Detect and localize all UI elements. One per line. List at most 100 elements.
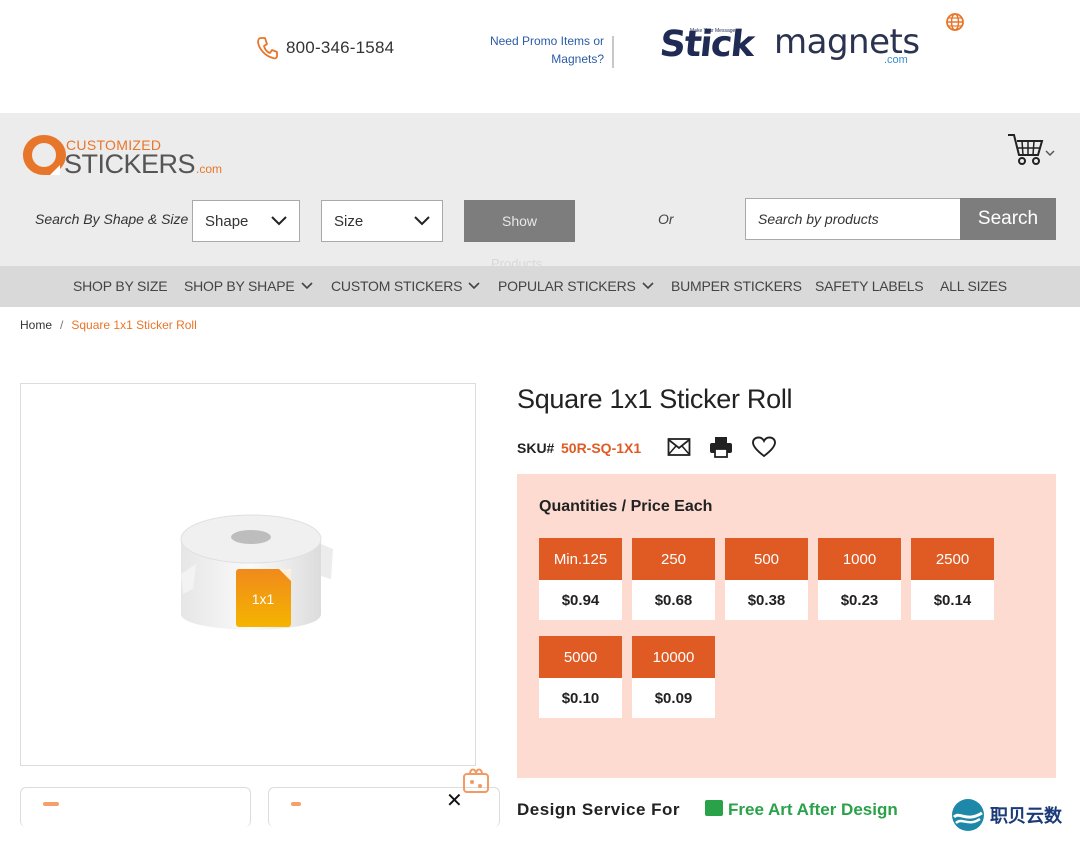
shape-size-search-label: Search By Shape & Size xyxy=(35,211,189,227)
nav-custom-stickers[interactable]: CUSTOM STICKERS xyxy=(331,278,480,294)
size-select-value: Size xyxy=(334,212,364,230)
breadcrumb-home[interactable]: Home xyxy=(20,318,52,332)
nav-shop-by-shape[interactable]: SHOP BY SHAPE xyxy=(184,278,313,294)
thumbnail-1[interactable] xyxy=(20,787,251,827)
main-nav: SHOP BY SIZE SHOP BY SHAPE CUSTOM STICKE… xyxy=(0,266,1080,307)
nav-item-label: SAFETY LABELS xyxy=(815,278,924,294)
shape-select[interactable]: Shape xyxy=(192,200,300,242)
phone-icon xyxy=(257,37,278,60)
email-button[interactable] xyxy=(667,436,691,463)
gift-box-icon xyxy=(463,768,489,793)
nav-shop-by-size[interactable]: SHOP BY SIZE xyxy=(73,278,168,294)
price-heading: Quantities / Price Each xyxy=(539,498,713,515)
search-button[interactable]: Search xyxy=(960,198,1056,240)
price-panel: Quantities / Price Each Min.125 $0.94 25… xyxy=(517,474,1056,778)
tier-price: $0.94 xyxy=(561,591,600,609)
chevron-down-icon xyxy=(271,216,287,226)
size-select[interactable]: Size xyxy=(321,200,443,242)
thumbnail-icon xyxy=(43,802,59,806)
promo-line2: Magnets? xyxy=(551,52,604,66)
print-button[interactable] xyxy=(709,436,733,463)
design-service-heading: Design Service For xyxy=(517,800,681,819)
breadcrumb: Home / Square 1x1 Sticker Roll xyxy=(20,318,197,332)
nav-item-label: ALL SIZES xyxy=(940,278,1007,294)
logo-stickers-text: STICKERS xyxy=(64,149,196,179)
nav-item-label: POPULAR STICKERS xyxy=(498,278,636,294)
floating-widget[interactable] xyxy=(460,764,492,801)
shape-select-value: Shape xyxy=(205,212,249,230)
promo-link[interactable]: Need Promo Items or Magnets? xyxy=(470,32,604,68)
cart-button[interactable] xyxy=(1006,131,1058,172)
product-title: Square 1x1 Sticker Roll xyxy=(517,384,793,414)
nav-all-sizes[interactable]: ALL SIZES xyxy=(940,278,1007,294)
tier-quantity: 500 xyxy=(725,538,808,580)
tier-quantity: 5000 xyxy=(539,636,622,678)
site-logo[interactable] xyxy=(20,133,68,182)
tier-price: $0.10 xyxy=(561,689,600,707)
free-art-label: Free Art After Design xyxy=(728,800,898,819)
nav-item-label: CUSTOM STICKERS xyxy=(331,278,463,294)
product-image-panel[interactable]: 1x1 xyxy=(20,383,476,766)
thumbnail-icon xyxy=(291,802,301,806)
nav-item-label: BUMPER STICKERS xyxy=(671,278,802,294)
price-tier[interactable]: 5000 $0.10 xyxy=(539,636,622,718)
roll-label-text: 1x1 xyxy=(252,591,275,607)
watermark: 职贝云数 xyxy=(950,797,1062,833)
phone-link[interactable]: 800-346-1584 xyxy=(256,36,394,60)
wishlist-button[interactable] xyxy=(752,436,776,463)
tier-price: $0.38 xyxy=(747,591,786,609)
product-search-input[interactable]: Search by products xyxy=(745,198,961,240)
breadcrumb-separator: / xyxy=(60,318,64,332)
language-selector[interactable] xyxy=(945,12,965,37)
tier-quantity: 2500 xyxy=(911,538,994,580)
price-tier[interactable]: 10000 $0.09 xyxy=(632,636,715,718)
site-header: CUSTOMIZED STICKERS .com Search By Shape… xyxy=(0,113,1080,271)
cart-icon xyxy=(1008,134,1055,165)
sku-label: SKU# xyxy=(517,440,555,456)
tier-quantity: 250 xyxy=(632,538,715,580)
free-art-badge-icon xyxy=(705,800,723,816)
tier-quantity: 1000 xyxy=(818,538,901,580)
chevron-down-icon xyxy=(468,282,480,290)
promo-line1: Need Promo Items or xyxy=(489,34,604,48)
promo-divider xyxy=(612,36,614,68)
chevron-down-icon xyxy=(414,216,430,226)
chevron-down-icon xyxy=(300,282,313,290)
tier-quantity: Min.125 xyxy=(539,538,622,580)
nav-item-label: SHOP BY SHAPE xyxy=(184,278,295,294)
tier-quantity: 10000 xyxy=(632,636,715,678)
watermark-logo-icon xyxy=(952,799,984,831)
sticker-roll-image: 1x1 xyxy=(180,514,333,630)
price-tier[interactable]: 1000 $0.23 xyxy=(818,538,901,620)
sticker-logo-icon xyxy=(23,135,66,175)
breadcrumb-current: Square 1x1 Sticker Roll xyxy=(71,318,197,332)
show-products-label: Show xyxy=(501,213,538,229)
phone-number: 800-346-1584 xyxy=(286,38,395,57)
price-tier[interactable]: 250 $0.68 xyxy=(632,538,715,620)
nav-safety-labels[interactable]: SAFETY LABELS xyxy=(815,278,924,294)
heart-icon xyxy=(752,436,776,458)
envelope-icon xyxy=(667,438,691,456)
watermark-text: 职贝云数 xyxy=(990,806,1062,826)
tier-price: $0.68 xyxy=(654,591,693,609)
price-tier[interactable]: Min.125 $0.94 xyxy=(539,538,622,620)
nav-popular-stickers[interactable]: POPULAR STICKERS xyxy=(498,278,654,294)
magnets-com-label: .com xyxy=(884,54,908,66)
or-separator: Or xyxy=(658,211,674,227)
tier-price: $0.23 xyxy=(840,591,879,609)
sku-value: 50R-SQ-1X1 xyxy=(561,440,642,456)
nav-item-label: SHOP BY SIZE xyxy=(73,278,168,294)
show-products-button[interactable]: Show xyxy=(464,200,575,242)
printer-icon xyxy=(710,437,732,458)
tier-price: $0.14 xyxy=(933,591,972,609)
price-tier[interactable]: 500 $0.38 xyxy=(725,538,808,620)
stick-tagline: Make Your Message xyxy=(690,28,736,34)
chevron-down-icon xyxy=(642,282,654,290)
product-image: 1x1 xyxy=(171,504,351,649)
search-placeholder: Search by products xyxy=(758,211,879,227)
logo-com-text: .com xyxy=(196,162,223,176)
tier-price: $0.09 xyxy=(654,689,693,707)
globe-icon xyxy=(946,13,964,31)
nav-bumper-stickers[interactable]: BUMPER STICKERS xyxy=(671,278,802,294)
price-tier[interactable]: 2500 $0.14 xyxy=(911,538,994,620)
